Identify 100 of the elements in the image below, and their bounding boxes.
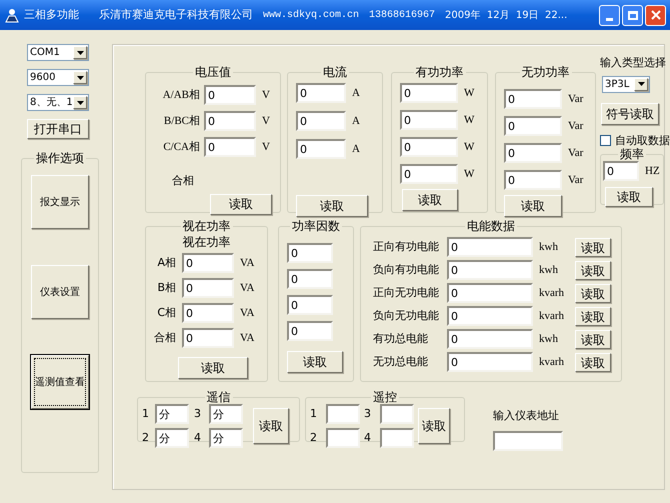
read-button[interactable]: 读取 xyxy=(418,408,450,444)
unit-label: V xyxy=(261,88,271,103)
group-title: 遥控 xyxy=(372,390,398,404)
read-button[interactable]: 读取 xyxy=(287,351,343,373)
caret-icon xyxy=(73,96,87,109)
value-field[interactable]: 0 xyxy=(504,143,562,163)
unit-label: kwh xyxy=(538,240,559,255)
group-title: 视在功率 xyxy=(182,219,232,233)
website-text: www.sdkyq.com.cn xyxy=(263,8,360,22)
energy-label: 正向无功电能 xyxy=(372,284,440,301)
unit-label: Var xyxy=(567,118,584,134)
group-title: 操作选项 xyxy=(35,151,85,165)
read-button[interactable]: 读取 xyxy=(178,357,248,379)
value-field[interactable]: 0 xyxy=(504,170,562,190)
unit-label: kwh xyxy=(538,332,559,347)
value-field[interactable]: 0 xyxy=(287,269,333,289)
value-field[interactable]: 0 xyxy=(447,352,533,372)
value-field[interactable]: 0 xyxy=(447,329,533,349)
value-field[interactable]: 0 xyxy=(447,306,533,326)
value-field[interactable]: 0 xyxy=(504,116,562,136)
read-button[interactable]: 读取 xyxy=(296,195,368,217)
value-field[interactable]: 分 xyxy=(155,428,189,448)
read-button[interactable]: 读取 xyxy=(402,189,458,211)
value-field[interactable]: 0 xyxy=(447,260,533,280)
group-title: 功率因数 xyxy=(291,219,341,233)
unit-label: kwh xyxy=(538,262,559,278)
value-field[interactable]: 0 xyxy=(296,83,346,103)
value-field[interactable]: 0 xyxy=(204,85,256,105)
option-button[interactable]: 遥测值查看 xyxy=(31,355,89,409)
value-field[interactable]: 0 xyxy=(182,253,234,273)
read-button[interactable]: 读取 xyxy=(575,284,611,302)
read-button[interactable]: 读取 xyxy=(253,408,289,444)
read-button[interactable]: 读取 xyxy=(575,352,611,372)
value-field[interactable]: 0 xyxy=(400,83,458,103)
company-name: 乐清市赛迪克电子科技有限公司 xyxy=(99,6,253,23)
value-field[interactable]: 0 xyxy=(287,243,333,263)
open-port-button[interactable]: 打开串口 xyxy=(27,119,89,139)
value-field[interactable]: 0 xyxy=(182,278,234,298)
section-subtitle: 视在功率 xyxy=(182,234,230,251)
phase-label: 合相 xyxy=(153,330,177,346)
unit-label: Var xyxy=(567,172,584,188)
dropdown[interactable]: COM1 xyxy=(27,44,89,61)
value-field[interactable]: 0 xyxy=(204,111,256,131)
read-button[interactable]: 读取 xyxy=(504,195,562,217)
value-field[interactable] xyxy=(380,404,414,424)
value-field[interactable]: 0 xyxy=(447,283,533,303)
unit-label: W xyxy=(463,140,476,155)
value-field[interactable]: 0 xyxy=(296,111,346,131)
unit-label: Var xyxy=(567,146,584,161)
value-field[interactable]: 0 xyxy=(603,161,639,181)
read-button[interactable]: 读取 xyxy=(575,238,611,256)
value-field[interactable]: 0 xyxy=(296,139,346,159)
close-button[interactable] xyxy=(645,4,666,26)
read-button[interactable]: 读取 xyxy=(605,187,653,207)
unit-label: W xyxy=(463,166,476,182)
unit-label: VA xyxy=(239,306,256,321)
read-button[interactable]: 读取 xyxy=(575,306,611,326)
group-title: 电压值 xyxy=(194,65,232,79)
sign-read-button[interactable]: 符号读取 xyxy=(601,102,659,124)
value-field[interactable]: 0 xyxy=(182,328,234,348)
energy-label: 负向无功电能 xyxy=(372,308,440,324)
index-label: 4 xyxy=(194,430,202,446)
minimize-button[interactable] xyxy=(599,4,620,26)
value-field[interactable]: 分 xyxy=(209,428,243,448)
unit-label: kvarh xyxy=(538,354,566,370)
read-button[interactable]: 读取 xyxy=(575,330,611,348)
option-button[interactable]: 报文显示 xyxy=(31,175,89,229)
unit-label: W xyxy=(463,86,476,101)
value-field[interactable]: 0 xyxy=(400,137,458,157)
read-button[interactable]: 读取 xyxy=(210,194,272,214)
phase-label: B/BC相 xyxy=(162,114,201,129)
value-field[interactable]: 0 xyxy=(400,110,458,130)
index-label: 2 xyxy=(310,430,318,446)
checkbox[interactable] xyxy=(600,135,611,146)
option-button[interactable]: 仪表设置 xyxy=(31,265,89,319)
value-field[interactable] xyxy=(326,428,360,448)
unit-label: A xyxy=(351,86,361,101)
address-field[interactable] xyxy=(493,430,563,450)
checkbox-label: 自动取数据 xyxy=(615,132,670,148)
address-label: 输入仪表地址 xyxy=(493,408,559,424)
dropdown[interactable]: 8、无、1 xyxy=(27,94,89,111)
value-field[interactable]: 0 xyxy=(287,295,333,315)
value-field[interactable]: 0 xyxy=(400,164,458,184)
caret-icon xyxy=(634,78,648,90)
value-field[interactable] xyxy=(326,404,360,424)
dropdown[interactable]: 3P3L xyxy=(602,76,650,92)
unit-label: VA xyxy=(239,256,256,271)
index-label: 3 xyxy=(194,406,202,422)
value-field[interactable]: 0 xyxy=(182,303,234,323)
value-field[interactable]: 0 xyxy=(504,89,562,109)
value-field[interactable]: 分 xyxy=(155,404,189,424)
value-field[interactable]: 0 xyxy=(204,137,256,157)
value-field[interactable] xyxy=(380,428,414,448)
value-field[interactable]: 分 xyxy=(209,404,243,424)
read-button[interactable]: 读取 xyxy=(575,260,611,280)
energy-label: 无功总电能 xyxy=(372,354,429,370)
value-field[interactable]: 0 xyxy=(287,321,333,341)
value-field[interactable]: 0 xyxy=(447,237,533,257)
maximize-button[interactable] xyxy=(622,4,643,26)
dropdown[interactable]: 9600 xyxy=(27,69,89,86)
